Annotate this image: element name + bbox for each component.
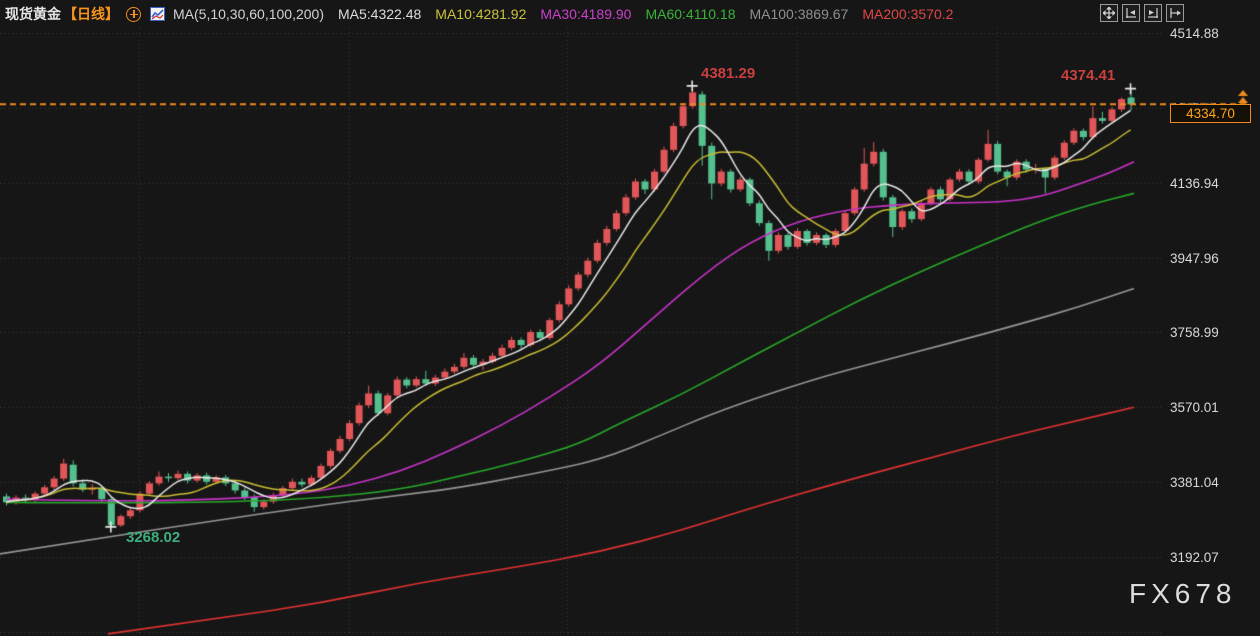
symbol-title: 现货黄金 [5, 4, 61, 24]
timeframe-label: 【日线】 [63, 4, 119, 24]
ma-params-label: MA(5,10,30,60,100,200) [173, 6, 324, 22]
price-axis-label: 4514.88 [1170, 26, 1219, 41]
last-price-badge: 4334.70 [1170, 104, 1251, 123]
chart-window: 现货黄金 【日线】 MA(5,10,30,60,100,200) MA5:432… [0, 0, 1260, 636]
price-axis-label: 3570.01 [1170, 400, 1219, 415]
watermark-logo: FX678 [1129, 578, 1237, 610]
pan-cross-icon[interactable] [1100, 4, 1118, 22]
price-axis-label: 3947.96 [1170, 251, 1219, 266]
scale-right-icon[interactable] [1144, 4, 1162, 22]
recent-high-annotation: 4374.41 [1061, 67, 1115, 84]
chart-header: 现货黄金 【日线】 MA(5,10,30,60,100,200) MA5:432… [0, 0, 1260, 28]
ma200-legend: MA200:3570.2 [862, 6, 953, 22]
price-axis-label: 3758.99 [1170, 325, 1219, 340]
ma100-legend: MA100:3869.67 [749, 6, 848, 22]
indicator-settings-icon[interactable] [150, 7, 165, 21]
price-axis-label: 3381.04 [1170, 475, 1219, 490]
candlestick-chart-canvas[interactable] [0, 0, 1260, 636]
add-indicator-icon[interactable] [126, 7, 141, 22]
go-to-latest-icon[interactable] [1166, 4, 1184, 22]
price-axis-label: 4136.94 [1170, 176, 1219, 191]
ma5-legend: MA5:4322.48 [338, 6, 421, 22]
price-axis-label: 3192.07 [1170, 550, 1219, 565]
low-price-annotation: 3268.02 [126, 529, 180, 546]
chart-toolbar [1100, 4, 1184, 22]
scale-left-icon[interactable] [1122, 4, 1140, 22]
high-price-annotation: 4381.29 [701, 65, 755, 82]
ma60-legend: MA60:4110.18 [645, 6, 735, 22]
ma10-legend: MA10:4281.92 [435, 6, 526, 22]
ma30-legend: MA30:4189.90 [540, 6, 631, 22]
